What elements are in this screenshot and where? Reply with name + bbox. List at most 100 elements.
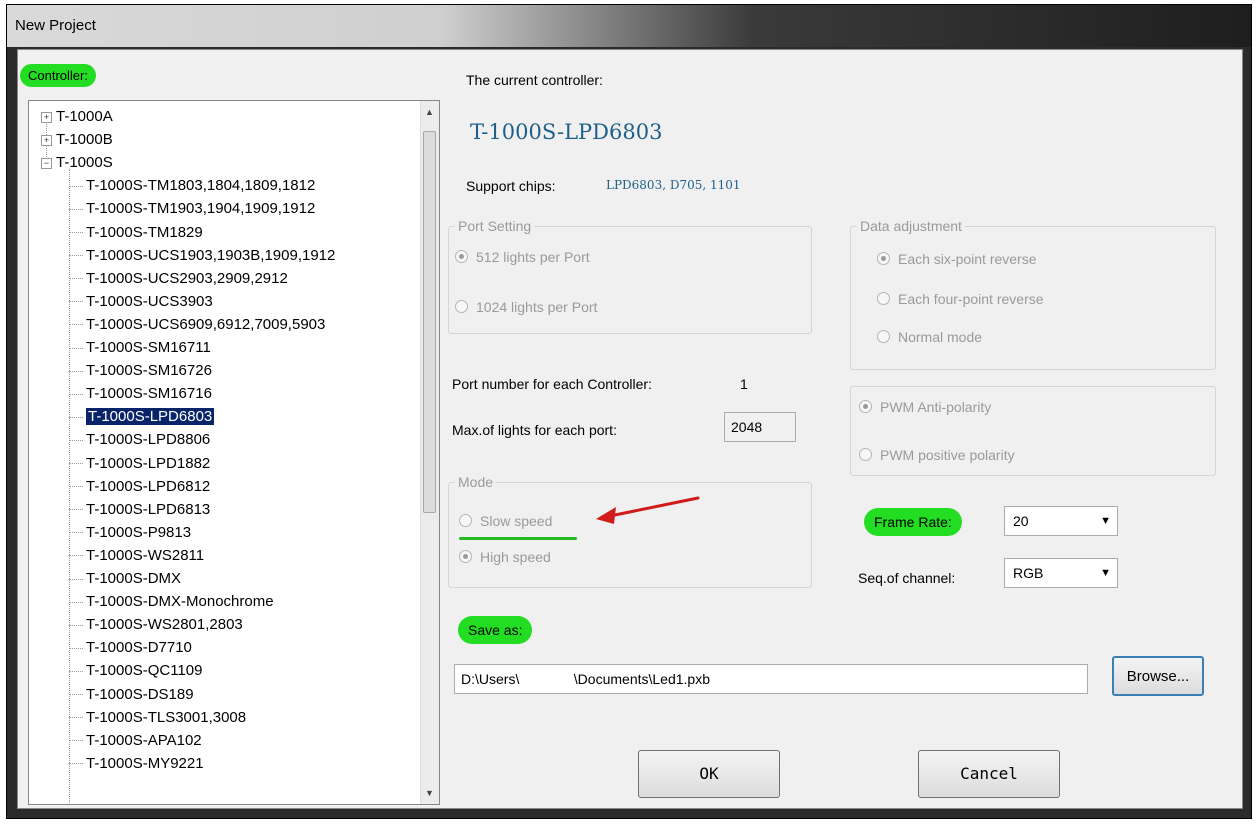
tree-node-t-1000b[interactable]: + T-1000B [41,128,113,151]
tree-item-label: T-1000S-TM1803,1804,1809,1812 [86,177,316,195]
tree-connector [69,208,83,210]
radio-normal-mode[interactable]: Normal mode [877,329,982,345]
tree-item-label: T-1000S-APA102 [86,731,202,749]
expand-icon[interactable]: + [41,111,52,123]
data-adjustment-group: Data adjustment Each six-point reverse E… [850,218,1216,370]
title-bar[interactable]: New Project [7,5,1251,47]
tree-connector [69,670,83,672]
tree-item-label: T-1000S-SM16711 [86,339,211,356]
tree-node-label: T-1000B [56,131,113,149]
scroll-down-icon[interactable]: ▼ [425,788,434,798]
tree-connector [69,324,83,326]
scroll-up-icon[interactable]: ▲ [425,107,434,117]
radio-six-point-reverse[interactable]: Each six-point reverse [877,251,1037,267]
tree-item[interactable]: T-1000S-UCS6909,6912,7009,5903 [69,313,325,336]
tree-item[interactable]: T-1000S-LPD8806 [69,428,210,451]
tree-item[interactable]: T-1000S-TM1829 [69,221,203,244]
radio-pwm-anti-polarity[interactable]: PWM Anti-polarity [859,399,991,415]
tree-item[interactable]: T-1000S-SM16711 [69,336,211,359]
tree-connector [69,694,83,696]
tree-item-label: T-1000S-LPD1882 [86,454,211,472]
browse-button[interactable]: Browse... [1112,656,1204,696]
tree-connector [69,555,83,557]
controller-label: Controller: [20,64,96,87]
tree-connector [69,740,83,742]
tree-item-label: T-1000S-DMX-Monochrome [86,593,274,611]
red-arrow-annotation [596,496,700,524]
tree-item-label: T-1000S-DMX [86,570,182,587]
tree-item[interactable]: T-1000S-MY9221 [69,752,204,775]
tree-item[interactable]: T-1000S-LPD6803 [69,405,215,428]
port-number-label: Port number for each Controller: [452,376,652,392]
cancel-button[interactable]: Cancel [918,750,1060,798]
ok-button[interactable]: OK [638,750,780,798]
radio-high-speed[interactable]: High speed [459,549,551,565]
save-path-field[interactable]: D:\Users\ \Documents\Led1.pxb [454,664,1088,694]
current-controller-name: T-1000S-LPD6803 [470,120,663,144]
tree-item-label: T-1000S-UCS2903,2909,2912 [86,269,288,287]
controller-tree[interactable]: + T-1000A + T-1000B − T-1000S T-1000S-TM1803,1… [28,100,440,805]
tree-item[interactable]: T-1000S-LPD6813 [69,498,210,521]
radio-1024-lights[interactable]: 1024 lights per Port [455,299,597,315]
mode-title: Mode [455,474,497,490]
tree-item[interactable]: T-1000S-TM1803,1804,1809,1812 [69,174,315,197]
tree-item[interactable]: T-1000S-QC1109 [69,659,202,682]
collapse-icon[interactable]: − [41,157,52,169]
tree-item[interactable]: T-1000S-TM1903,1904,1909,1912 [69,197,315,220]
tree-item[interactable]: T-1000S-UCS2903,2909,2912 [69,267,288,290]
support-chips-value: LPD6803, D705, 1101 [606,178,741,192]
tree-connector [69,601,83,603]
tree-item[interactable]: T-1000S-UCS3903 [69,290,213,313]
tree-item[interactable]: T-1000S-DMX-Monochrome [69,590,274,613]
tree-connector [69,439,83,441]
radio-checked-icon [859,400,872,413]
tree-item[interactable]: T-1000S-LPD1882 [69,452,210,475]
tree-node-t-1000s[interactable]: − T-1000S [41,151,113,174]
tree-item[interactable]: T-1000S-LPD6812 [69,475,210,498]
green-underline-annotation [459,537,577,540]
tree-item-label: T-1000S-UCS6909,6912,7009,5903 [86,315,326,333]
tree-item[interactable]: T-1000S-SM16716 [69,382,212,405]
tree-item-label: T-1000S-DS189 [86,685,194,703]
tree-item-label: T-1000S-TM1903,1904,1909,1912 [86,200,316,218]
radio-four-point-reverse[interactable]: Each four-point reverse [877,291,1044,307]
tree-item-selected-label: T-1000S-LPD6803 [86,408,215,426]
expand-icon[interactable]: + [41,134,52,146]
tree-item[interactable]: T-1000S-WS2801,2803 [69,613,243,636]
tree-item[interactable]: T-1000S-DS189 [69,683,194,706]
radio-slow-speed[interactable]: Slow speed [459,513,552,529]
tree-item[interactable]: T-1000S-D7710 [69,636,192,659]
tree-item-label: T-1000S-LPD6813 [86,500,211,518]
tree-item[interactable]: T-1000S-UCS1903,1903B,1909,1912 [69,244,335,267]
tree-item[interactable]: T-1000S-WS2811 [69,544,204,567]
chevron-down-icon: ▼ [1100,567,1111,579]
tree-item-label: T-1000S-TM1829 [86,223,203,241]
tree-connector [69,532,83,534]
tree-connector [69,185,83,187]
radio-checked-icon [877,252,890,265]
scrollbar-thumb[interactable] [423,131,436,513]
new-project-window: New Project Controller: + T-1000A + T-1000B… [6,4,1252,819]
frame-rate-select[interactable]: 20 ▼ [1004,506,1118,536]
tree-item[interactable]: T-1000S-APA102 [69,729,202,752]
tree-node-label: T-1000A [56,108,113,125]
tree-item-label: T-1000S-MY9221 [86,754,204,772]
radio-checked-icon [459,550,472,563]
tree-node-t-1000a[interactable]: + T-1000A [41,105,113,128]
tree-item-label: T-1000S-TLS3001,3008 [86,708,247,726]
pwm-group: PWM Anti-polarity PWM positive polarity [850,386,1216,476]
tree-connector [69,486,83,488]
tree-item[interactable]: T-1000S-DMX [69,567,181,590]
radio-pwm-positive-polarity[interactable]: PWM positive polarity [859,447,1015,463]
tree-item-label: T-1000S-LPD8806 [86,431,211,449]
tree-connector [69,416,83,418]
max-lights-field[interactable]: 2048 [724,412,796,442]
tree-item[interactable]: T-1000S-TLS3001,3008 [69,706,246,729]
radio-unchecked-icon [459,514,472,527]
radio-512-lights[interactable]: 512 lights per Port [455,249,590,265]
seq-channel-select[interactable]: RGB ▼ [1004,558,1118,588]
tree-scrollbar[interactable]: ▲ ▼ [420,101,439,804]
tree-connector [69,624,83,626]
tree-item[interactable]: T-1000S-SM16726 [69,359,212,382]
tree-item[interactable]: T-1000S-P9813 [69,521,191,544]
